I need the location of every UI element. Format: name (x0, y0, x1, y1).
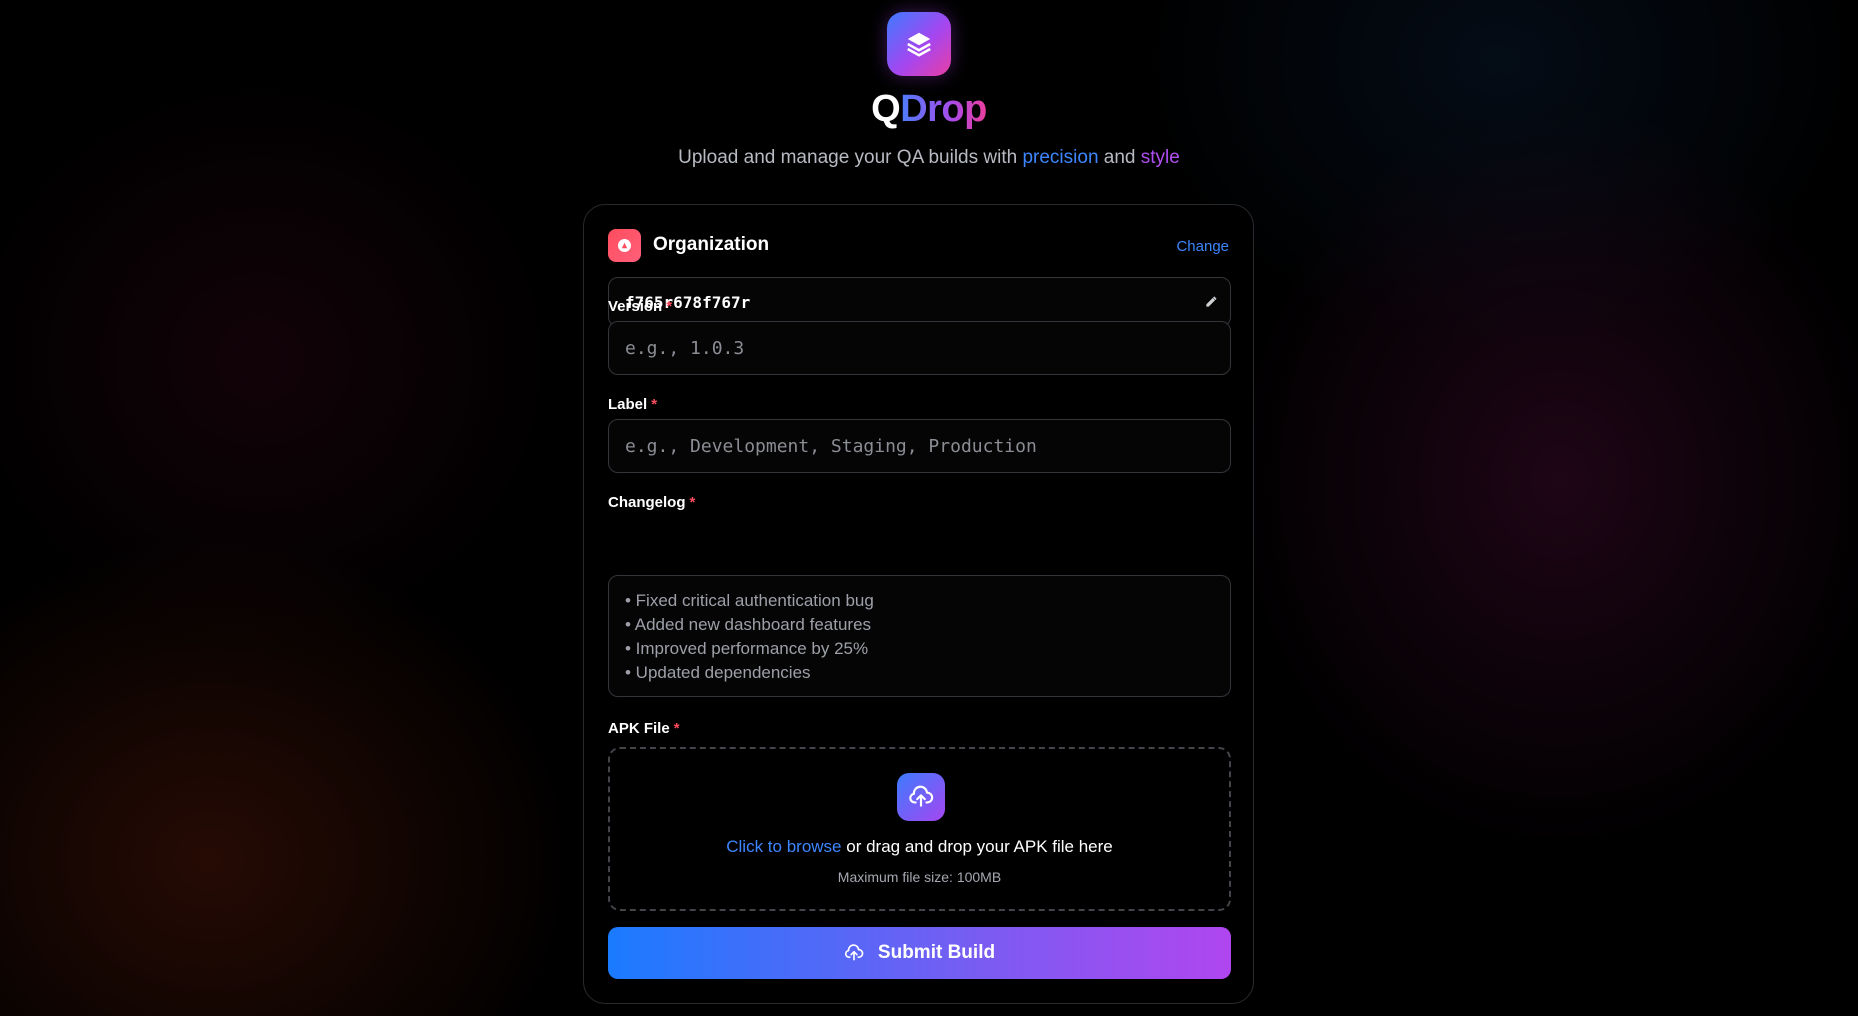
cloud-upload-icon[interactable] (897, 773, 945, 821)
label-input[interactable] (608, 419, 1231, 473)
changelog-placeholder-line: • Updated dependencies (625, 663, 811, 682)
changelog-label-text: Changelog (608, 494, 686, 511)
app-subtitle: Upload and manage your QA builds with pr… (0, 147, 1858, 169)
pencil-icon[interactable] (1204, 295, 1218, 309)
drop-text: or drag and drop your APK file here (841, 837, 1113, 856)
dropzone-instructions: Click to browse or drag and drop your AP… (610, 837, 1229, 857)
subtitle-and: and (1098, 147, 1141, 168)
title-q: Q (871, 88, 901, 130)
apk-required-mark: * (673, 720, 680, 737)
organization-header: Organization Change (608, 229, 1229, 262)
organization-id-field[interactable]: f765r678f767r (608, 277, 1231, 327)
changelog-placeholder-line: • Fixed critical authentication bug (625, 591, 874, 610)
changelog-textarea[interactable]: • Fixed critical authentication bug • Ad… (608, 575, 1231, 697)
apk-dropzone[interactable]: Click to browse or drag and drop your AP… (608, 747, 1231, 911)
apk-file-label-text: APK File (608, 720, 670, 737)
apk-file-label: APK File * (608, 720, 680, 737)
organization-icon (608, 229, 641, 262)
upload-icon (844, 944, 864, 961)
app-title: QDrop (0, 88, 1858, 131)
subtitle-precision: precision (1022, 147, 1099, 168)
subtitle-text: Upload and manage your QA builds with (678, 147, 1023, 168)
organization-label: Organization (653, 234, 770, 255)
app-logo (887, 12, 951, 76)
submit-build-button[interactable]: Submit Build (608, 927, 1231, 979)
layers-icon (907, 32, 931, 57)
label-required-mark: * (651, 396, 658, 413)
submit-build-label: Submit Build (877, 942, 996, 963)
max-file-size-note: Maximum file size: 100MB (837, 869, 1002, 885)
title-drop: Drop (900, 88, 987, 130)
changelog-label: Changelog * (608, 494, 695, 511)
change-organization-link[interactable]: Change (1176, 238, 1229, 255)
changelog-placeholder-line: • Improved performance by 25% (625, 639, 869, 658)
build-upload-card: Organization Change f765r678f767r Versio… (583, 204, 1254, 1004)
version-label: Version * (608, 298, 672, 315)
label-field-label: Label * (608, 396, 657, 413)
changelog-required-mark: * (689, 494, 696, 511)
version-input[interactable] (608, 321, 1231, 375)
version-label-text: Version (608, 298, 663, 315)
subtitle-style: style (1140, 147, 1180, 168)
changelog-placeholder-line: • Added new dashboard features (625, 615, 872, 634)
label-field-label-text: Label (608, 396, 648, 413)
version-required-mark: * (666, 298, 673, 315)
browse-link[interactable]: Click to browse (726, 837, 841, 856)
